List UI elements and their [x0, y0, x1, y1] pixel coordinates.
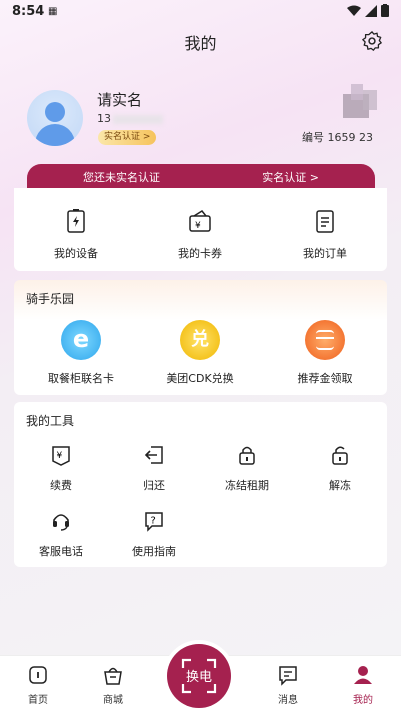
- user-name: 请实名: [97, 91, 143, 109]
- verify-notice: 您还未实名认证: [83, 171, 160, 184]
- tools-card: 我的工具 ¥ 续费 归还 冻结租期 解冻 客服电话 ? 使用指南: [14, 402, 387, 567]
- tools-title: 我的工具: [26, 414, 75, 428]
- battery-icon: [67, 209, 85, 233]
- unlock-icon: [332, 446, 348, 465]
- tool-hotline[interactable]: 客服电话: [21, 510, 101, 559]
- headset-icon: [53, 514, 69, 531]
- tab-home[interactable]: 首页: [8, 664, 68, 706]
- coins-icon: [305, 320, 345, 360]
- tool-renew[interactable]: ¥ 续费: [21, 444, 101, 493]
- sim-icon: ▦: [48, 6, 58, 17]
- battery-status-icon: [381, 4, 389, 17]
- my-devices-button[interactable]: 我的设备: [36, 208, 116, 261]
- tool-unfreeze[interactable]: 解冻: [300, 444, 380, 493]
- shop-icon: [104, 667, 122, 685]
- tab-mine[interactable]: 我的: [333, 664, 393, 706]
- wifi-icon: [347, 5, 361, 16]
- phone-number: 13: [97, 112, 163, 125]
- user-icon: [354, 666, 372, 684]
- serial-number: 编号 1659 23: [302, 131, 373, 144]
- coupon-icon: ¥: [189, 210, 211, 232]
- redeem-icon: 兑: [180, 320, 220, 360]
- tool-return[interactable]: 归还: [114, 444, 194, 493]
- park-item-referral[interactable]: 推荐金领取: [280, 320, 370, 386]
- svg-text:¥: ¥: [195, 221, 201, 231]
- phone-prefix: 13: [97, 112, 111, 125]
- svg-text:?: ?: [151, 516, 156, 527]
- signal-icon: [365, 4, 377, 17]
- return-icon: [144, 446, 163, 464]
- rider-park-title: 骑手乐园: [26, 292, 75, 306]
- quick-access-card: 我的设备 ¥ 我的卡券 我的订单: [14, 188, 387, 271]
- lock-icon: [239, 446, 255, 465]
- tab-shop[interactable]: 商城: [83, 664, 143, 706]
- my-orders-button[interactable]: 我的订单: [285, 208, 365, 261]
- rider-park-card: 骑手乐园 e 取餐柜联名卡 兑 美团CDK兑换 推荐金领取: [14, 280, 387, 395]
- verify-button[interactable]: 实名认证 >: [98, 130, 157, 145]
- page-title: 我的: [184, 34, 217, 53]
- tab-messages[interactable]: 消息: [258, 664, 318, 706]
- status-bar: 8:54 ▦: [0, 0, 401, 24]
- park-item-redeem[interactable]: 兑 美团CDK兑换: [155, 320, 245, 386]
- svg-text:¥: ¥: [57, 451, 63, 461]
- avatar[interactable]: [27, 90, 83, 146]
- message-icon: [279, 666, 297, 686]
- settings-gear-icon[interactable]: [361, 30, 383, 52]
- my-coupons-button[interactable]: ¥ 我的卡券: [160, 208, 240, 261]
- verify-link[interactable]: 实名认证 >: [262, 169, 319, 185]
- qr-code-icon[interactable]: [335, 80, 379, 126]
- verify-banner[interactable]: 您还未实名认证 实名认证 >: [27, 164, 375, 188]
- home-icon: [29, 666, 47, 684]
- tool-freeze[interactable]: 冻结租期: [207, 444, 287, 493]
- guide-icon: ?: [145, 512, 163, 532]
- renew-icon: ¥: [52, 446, 70, 466]
- e-card-icon: e: [61, 320, 101, 360]
- park-item-card[interactable]: e 取餐柜联名卡: [36, 320, 126, 386]
- clock: 8:54: [12, 4, 45, 19]
- tool-guide[interactable]: ? 使用指南: [114, 510, 194, 559]
- swap-battery-button[interactable]: 换电: [163, 640, 235, 712]
- order-icon: [316, 210, 334, 233]
